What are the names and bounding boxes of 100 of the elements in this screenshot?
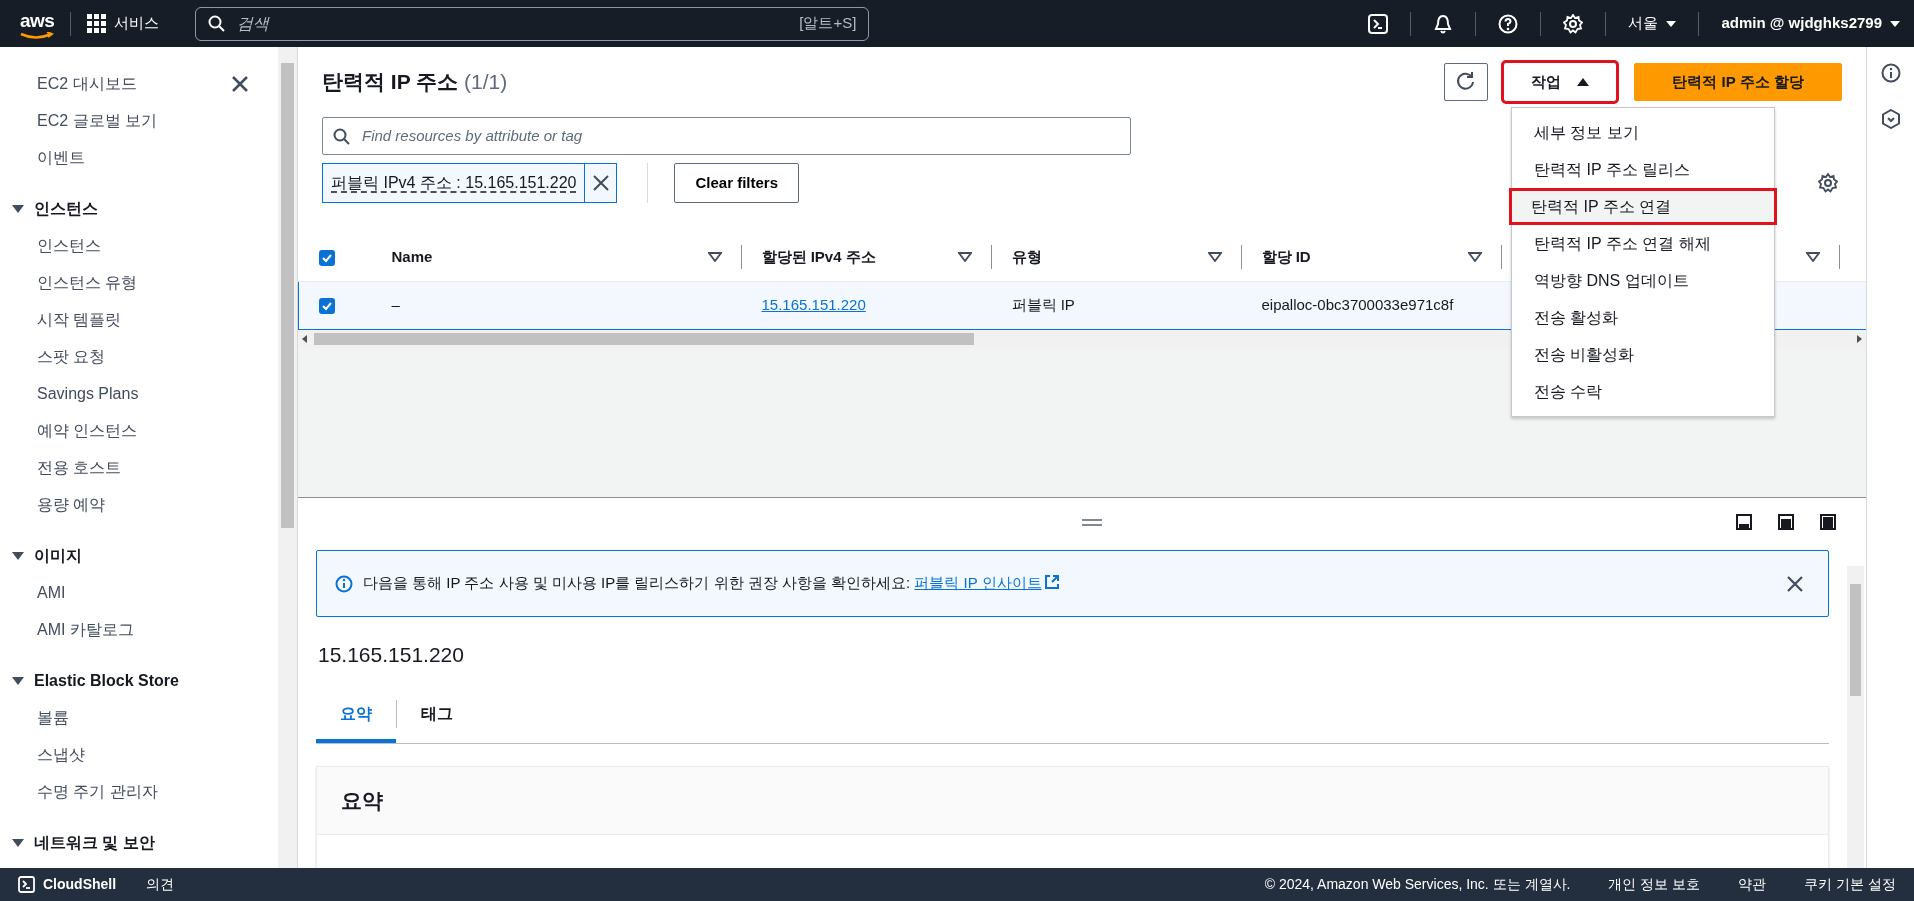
aws-logo[interactable]: aws: [20, 11, 55, 36]
sort-icon[interactable]: [1467, 251, 1482, 262]
caret-icon[interactable]: [12, 550, 24, 561]
section-header[interactable]: 네트워크 및 보안: [0, 824, 278, 861]
menu-item[interactable]: 전송 활성화: [1512, 299, 1774, 336]
settings-icon: [1563, 13, 1584, 34]
table-cell: eipalloc-0bc3700033e971c8f: [1261, 295, 1454, 313]
tab[interactable]: 요약: [316, 684, 396, 743]
table-cell: –: [391, 295, 400, 313]
menu-item[interactable]: 탄력적 IP 주소 릴리스: [1512, 151, 1774, 188]
search-icon: [333, 127, 350, 145]
search-field[interactable]: 검색 [알트+S]: [195, 6, 870, 41]
sidebar-item[interactable]: 시작 템플릿: [0, 301, 278, 338]
sidebar-item[interactable]: 수명 주기 관리자: [0, 773, 278, 810]
menu-item[interactable]: 역방향 DNS 업데이트: [1512, 262, 1774, 299]
panel-layout-icon[interactable]: [1778, 514, 1794, 530]
insights-link[interactable]: 퍼블릭 IP 인사이트: [914, 574, 1060, 592]
info-icon[interactable]: [1880, 63, 1901, 83]
checkbox[interactable]: [319, 297, 335, 314]
caret-icon: [1666, 20, 1677, 27]
external-link-icon: [1043, 574, 1060, 591]
column-header[interactable]: 유형: [1011, 245, 1042, 268]
sidebar-item[interactable]: 예약 인스턴스: [0, 412, 278, 449]
sort-icon[interactable]: [707, 251, 722, 262]
sort-icon[interactable]: [1805, 251, 1820, 262]
grid-icon: [87, 14, 107, 33]
menu-item[interactable]: 전송 수락: [1512, 373, 1774, 410]
table-cell: 퍼블릭 IP: [1011, 295, 1075, 313]
caret-icon[interactable]: [12, 203, 24, 214]
menu-item[interactable]: 세부 정보 보기: [1512, 114, 1774, 151]
account-menu[interactable]: admin @ wjdghks2799: [1703, 12, 1900, 35]
refresh-icon: [1456, 72, 1476, 92]
scrollbar[interactable]: [1847, 566, 1864, 868]
search-icon: [208, 15, 226, 32]
caret-icon: [1577, 78, 1589, 86]
scroll-left-icon[interactable]: [302, 334, 307, 343]
sort-icon[interactable]: [957, 251, 972, 262]
sidebar-item[interactable]: 인스턴스: [0, 227, 278, 264]
terminal-icon: [1368, 13, 1389, 34]
close-icon[interactable]: [231, 75, 249, 93]
resize-handle-icon[interactable]: [1082, 518, 1102, 527]
sidebar-item[interactable]: 인스턴스 유형: [0, 264, 278, 301]
sidebar-item[interactable]: 용량 예약: [0, 486, 278, 523]
search-input[interactable]: 검색: [235, 10, 790, 37]
sort-icon[interactable]: [1207, 251, 1222, 262]
sidebar-item[interactable]: 이벤트: [0, 139, 278, 176]
column-header[interactable]: 할당된 IPv4 주소: [761, 245, 876, 268]
sidebar-item[interactable]: AMI: [0, 574, 278, 611]
help-icon: [1498, 13, 1519, 34]
filter-token[interactable]: 퍼블릭 IPv4 주소 : 15.165.151.220: [322, 163, 618, 203]
settings-icon[interactable]: [1818, 173, 1838, 193]
sidebar-item[interactable]: AMI 카탈로그: [0, 611, 278, 648]
footer-link[interactable]: 약관: [1738, 874, 1767, 895]
column-header[interactable]: 할당 ID: [1261, 245, 1311, 268]
alert-message: 다음을 통해 IP 주소 사용 및 미사용 IP를 릴리스하기 위한 권장 사항을 확인하세요: 퍼블릭 IP 인사이트: [363, 572, 1776, 595]
shortcut-hint: [알트+S]: [799, 13, 857, 34]
panel-layout-icon[interactable]: [1820, 514, 1836, 530]
feedback-link[interactable]: 의견: [146, 874, 175, 895]
footer-link[interactable]: 쿠키 기본 설정: [1804, 874, 1896, 895]
section-header[interactable]: 인스턴스: [0, 190, 278, 227]
menu-item[interactable]: 탄력적 IP 주소 연결: [1509, 188, 1777, 225]
sidebar-item[interactable]: 스팟 요청: [0, 338, 278, 375]
detail-title: 15.165.151.220: [318, 642, 465, 668]
clear-filters-button[interactable]: Clear filters: [674, 163, 799, 203]
tab[interactable]: 태그: [397, 684, 477, 743]
copyright-text: © 2024, Amazon Web Services, Inc. 또는 계열사.: [1264, 875, 1571, 894]
card-title: 요약: [317, 766, 1828, 835]
sidebar-item[interactable]: Savings Plans: [0, 375, 278, 412]
sidebar-item[interactable]: 스냅샷: [0, 736, 278, 773]
info-icon: [335, 574, 353, 593]
sidebar-item[interactable]: EC2 글로벌 보기: [0, 102, 278, 139]
terminal-icon: [18, 876, 35, 893]
sidebar-item[interactable]: EC2 대시보드: [0, 65, 278, 102]
menu-item[interactable]: 탄력적 IP 주소 연결 해제: [1512, 225, 1774, 262]
section-header[interactable]: Elastic Block Store: [0, 662, 278, 699]
refresh-button[interactable]: [1444, 63, 1488, 101]
close-icon[interactable]: [1786, 574, 1804, 593]
section-header[interactable]: 이미지: [0, 537, 278, 574]
checkbox[interactable]: [318, 249, 335, 266]
address-link[interactable]: 15.165.151.220: [761, 295, 866, 313]
scrollbar[interactable]: [278, 47, 297, 868]
hexagon-icon[interactable]: [1880, 109, 1901, 129]
bell-icon: [1433, 13, 1454, 34]
footer-link[interactable]: 개인 정보 보호: [1608, 874, 1701, 895]
panel-layout-icon[interactable]: [1736, 514, 1752, 530]
scroll-right-icon[interactable]: [1857, 334, 1862, 343]
allocate-button[interactable]: 탄력적 IP 주소 할당: [1634, 63, 1842, 101]
caret-icon[interactable]: [12, 837, 24, 848]
sidebar-item[interactable]: 전용 호스트: [0, 449, 278, 486]
region-menu[interactable]: 서울: [1610, 12, 1695, 35]
services-button[interactable]: 서비스: [87, 12, 178, 35]
menu-item[interactable]: 전송 비활성화: [1512, 336, 1774, 373]
caret-icon: [1890, 20, 1900, 27]
page-title: 탄력적 IP 주소 (1/1): [322, 69, 508, 95]
search-field[interactable]: Find resources by attribute or tag: [322, 117, 1131, 155]
caret-icon[interactable]: [12, 675, 24, 686]
actions-button[interactable]: 작업: [1504, 63, 1616, 101]
sidebar-item[interactable]: 볼륨: [0, 699, 278, 736]
column-header[interactable]: Name: [391, 245, 433, 268]
cloudshell-button[interactable]: CloudShell: [18, 874, 117, 895]
